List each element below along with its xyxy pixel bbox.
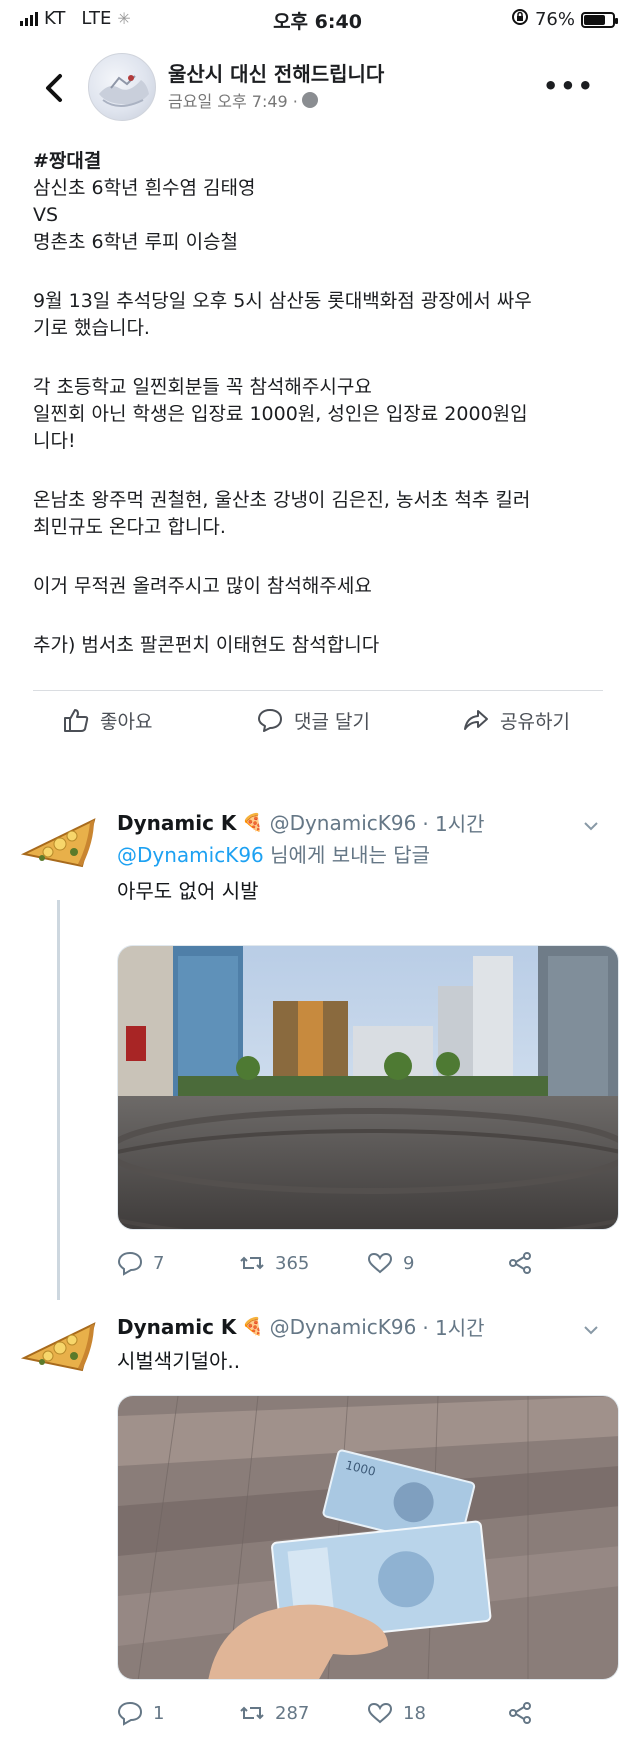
- like-button[interactable]: 좋아요: [62, 706, 152, 734]
- share-icon: [509, 1702, 531, 1724]
- banknote-photo: 1000: [118, 1396, 618, 1679]
- post-line: 각 초등학교 일찐회분들 꼭 참석해주시구요: [33, 376, 372, 398]
- reply-context: @DynamicK96 님에게 보내는 답글: [117, 840, 430, 870]
- like-label: 좋아요: [100, 710, 153, 733]
- like-count: 9: [403, 1252, 415, 1274]
- chevron-down-icon[interactable]: [583, 818, 599, 834]
- retweet-button[interactable]: 287: [239, 1700, 309, 1726]
- post-line: 기로 했습니다.: [33, 317, 150, 339]
- like-button[interactable]: 18: [367, 1700, 426, 1726]
- post-line: 명촌초 6학년 루피 이승철: [33, 231, 239, 253]
- tweet-header: Dynamic K 🍕 @DynamicK96 · 1시간: [117, 1312, 485, 1341]
- reply-suffix: 님에게 보내는 답글: [263, 843, 431, 867]
- orientation-lock-icon: [511, 8, 529, 31]
- status-right: 76%: [511, 8, 618, 31]
- retweet-count: 287: [275, 1702, 310, 1724]
- battery-percent: 76%: [534, 9, 575, 30]
- post-line: 9월 13일 추석당일 오후 5시 삼산동 롯대백화점 광장에서 싸우: [33, 290, 532, 312]
- post-line: VS: [33, 204, 59, 226]
- chevron-down-icon[interactable]: [583, 1322, 599, 1338]
- page-avatar[interactable]: [88, 53, 156, 121]
- heart-icon: [367, 1252, 393, 1274]
- post-line: 일찐회 아닌 학생은 입장료 1000원, 성인은 입장료 2000원입: [33, 403, 528, 425]
- reply-mention-link[interactable]: @DynamicK96: [117, 843, 264, 867]
- pizza-emoji-icon: 🍕: [242, 812, 264, 833]
- pizza-emoji-icon: 🍕: [242, 1316, 264, 1337]
- tweet-handle[interactable]: @DynamicK96: [270, 1315, 417, 1339]
- thread-line: [57, 900, 60, 1300]
- post-actions: 좋아요 댓글 달기 공유하기: [0, 700, 635, 750]
- retweet-icon: [240, 1256, 264, 1270]
- post-line: 삼신초 6학년 흰수염 김태영: [33, 177, 256, 199]
- retweet-button[interactable]: 365: [239, 1250, 309, 1276]
- battery-icon: [581, 11, 618, 28]
- retweet-count: 365: [275, 1252, 310, 1274]
- tweet-time: · 1시간: [422, 812, 485, 836]
- tweet-text: 시벌색기덜아..: [117, 1349, 241, 1373]
- status-bar: KT LTE ✳ 오후 6:40 76%: [0, 0, 635, 40]
- battery-fill: [584, 14, 606, 25]
- reply-count: 7: [153, 1252, 165, 1274]
- share-button[interactable]: [507, 1250, 533, 1276]
- like-count: 18: [403, 1702, 426, 1724]
- more-options-icon[interactable]: •••: [543, 72, 595, 100]
- post-line: 추가) 범서초 팔콘펀치 이태현도 참석합니다: [33, 634, 380, 656]
- plaza-photo: [118, 946, 618, 1229]
- share-button[interactable]: [507, 1700, 533, 1726]
- share-icon: [509, 1252, 531, 1274]
- comment-button[interactable]: 댓글 달기: [256, 706, 370, 734]
- back-arrow-icon[interactable]: [40, 68, 66, 108]
- comment-label: 댓글 달기: [294, 710, 370, 733]
- share-arrow-icon: [464, 710, 488, 730]
- tweet-text: 아무도 없어 시발: [117, 879, 259, 903]
- share-label: 공유하기: [500, 710, 570, 733]
- post-line: 온남초 왕주먹 권철현, 울산초 강냉이 김은진, 농서초 척추 킬러: [33, 489, 531, 511]
- divider: [33, 690, 603, 691]
- post-line: 니다!: [33, 430, 76, 452]
- reply-count: 1: [153, 1702, 165, 1724]
- retweet-icon: [240, 1706, 264, 1720]
- tweet-photo[interactable]: 1000: [117, 1395, 619, 1680]
- pizza-avatar-icon: [20, 818, 96, 868]
- comment-icon: [258, 709, 282, 732]
- like-button[interactable]: 9: [367, 1250, 414, 1276]
- reply-icon: [117, 1251, 143, 1276]
- tweet-handle[interactable]: @DynamicK96: [270, 811, 417, 835]
- share-button[interactable]: 공유하기: [462, 706, 570, 734]
- reply-button[interactable]: 7: [117, 1250, 164, 1276]
- post-timestamp[interactable]: 금요일 오후 7:49 ·: [168, 88, 298, 112]
- tweet-avatar[interactable]: [20, 812, 98, 876]
- reply-icon: [117, 1701, 143, 1726]
- tweet-stats: 1 287 18: [117, 1700, 597, 1730]
- tweet-time: · 1시간: [422, 1316, 485, 1340]
- post-meta: 금요일 오후 7:49 ·: [168, 88, 318, 112]
- post-line: 이거 무적권 올려주시고 많이 참석해주세요: [33, 575, 372, 597]
- tweet-photo[interactable]: [117, 945, 619, 1230]
- tweet-avatar[interactable]: [20, 1316, 98, 1380]
- tweet-header: Dynamic K 🍕 @DynamicK96 · 1시간: [117, 808, 485, 837]
- post-body: #짱대결 삼신초 6학년 흰수염 김태영 VS 명촌초 6학년 루피 이승철 9…: [33, 148, 603, 659]
- tweet-stats: 7 365 9: [117, 1250, 597, 1280]
- pizza-avatar-icon: [20, 1322, 96, 1372]
- heart-icon: [367, 1702, 393, 1724]
- page-name[interactable]: 울산시 대신 전해드립니다: [168, 58, 384, 87]
- post-line: 최민규도 온다고 합니다.: [33, 516, 226, 538]
- reply-button[interactable]: 1: [117, 1700, 164, 1726]
- tweet-author-name[interactable]: Dynamic K: [117, 1315, 236, 1339]
- tweet-author-name[interactable]: Dynamic K: [117, 811, 236, 835]
- globe-icon: [301, 92, 318, 108]
- hashtag-link[interactable]: #짱대결: [33, 148, 603, 175]
- thumbs-up-icon: [64, 709, 89, 732]
